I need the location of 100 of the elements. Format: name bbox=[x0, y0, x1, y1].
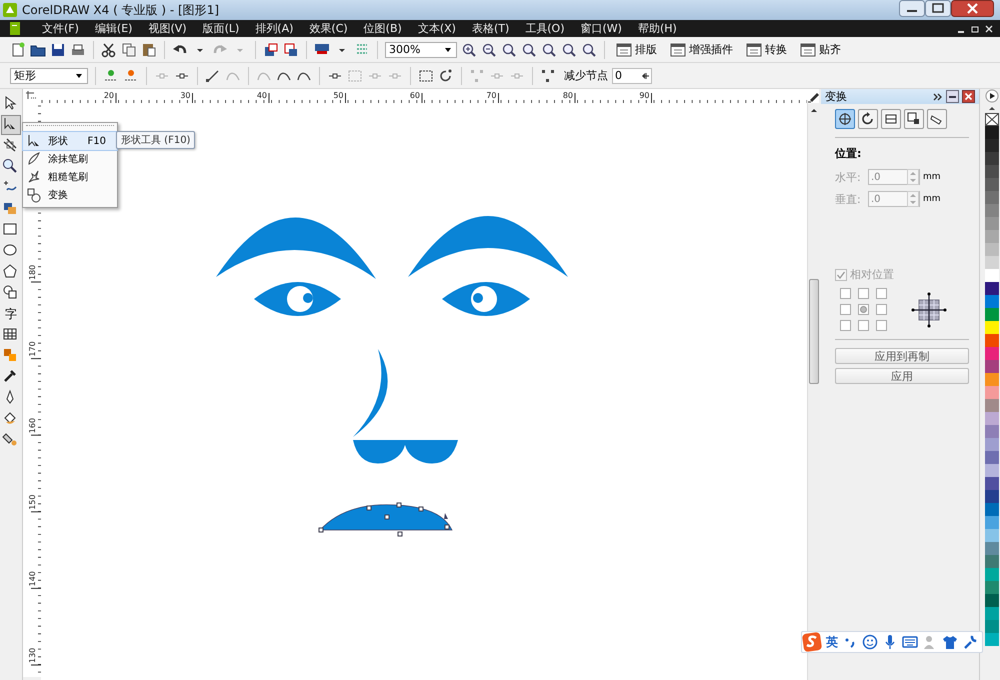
scissors-icon[interactable] bbox=[101, 42, 117, 58]
copy-icon[interactable] bbox=[121, 42, 137, 58]
text-tool[interactable]: 字 bbox=[2, 305, 20, 323]
input-method-logo-icon[interactable] bbox=[802, 632, 822, 652]
delete-node-icon[interactable] bbox=[123, 68, 139, 84]
no-color-swatch[interactable] bbox=[984, 113, 998, 126]
reduce-nodes-field[interactable]: 0 bbox=[612, 68, 652, 84]
scale-tab[interactable] bbox=[881, 109, 901, 129]
plugin-button[interactable]: 排版 bbox=[614, 40, 662, 60]
menu-item[interactable]: 文本(X) bbox=[410, 21, 464, 36]
anchor-checkbox[interactable] bbox=[840, 320, 851, 331]
color-swatch[interactable] bbox=[984, 386, 998, 399]
color-swatch[interactable] bbox=[984, 347, 998, 360]
close-icon[interactable] bbox=[984, 22, 994, 34]
magnifier-icon[interactable] bbox=[501, 42, 517, 58]
minimize-button[interactable] bbox=[899, 0, 925, 17]
add-node-icon[interactable] bbox=[103, 68, 119, 84]
menu-item[interactable]: 效果(C) bbox=[301, 21, 356, 36]
anchor-checkbox[interactable] bbox=[876, 288, 887, 299]
zoom-in-icon[interactable] bbox=[461, 42, 477, 58]
color-swatch[interactable] bbox=[984, 373, 998, 386]
vertical-scrollbar[interactable] bbox=[807, 103, 820, 680]
color-swatch[interactable] bbox=[984, 555, 998, 568]
menu-item[interactable]: 表格(T) bbox=[464, 21, 518, 36]
magnifier-icon[interactable] bbox=[521, 42, 537, 58]
color-swatch[interactable] bbox=[984, 425, 998, 438]
size-tab[interactable] bbox=[904, 109, 924, 129]
color-swatch[interactable] bbox=[984, 399, 998, 412]
keyboard-icon[interactable] bbox=[902, 634, 918, 650]
rectangle-icon[interactable] bbox=[418, 68, 434, 84]
color-swatch[interactable] bbox=[984, 308, 998, 321]
palette-menu-icon[interactable] bbox=[984, 89, 998, 103]
color-swatch[interactable] bbox=[984, 217, 998, 230]
color-swatch[interactable] bbox=[984, 178, 998, 191]
menu-item[interactable]: 帮助(H) bbox=[630, 21, 685, 36]
printer-icon[interactable] bbox=[70, 42, 86, 58]
anchor-checkbox[interactable] bbox=[858, 288, 869, 299]
rotate-icon[interactable] bbox=[438, 68, 454, 84]
color-swatch[interactable] bbox=[984, 412, 998, 425]
color-swatch[interactable] bbox=[984, 542, 998, 555]
maximize-button[interactable] bbox=[925, 0, 951, 17]
color-swatch[interactable] bbox=[984, 438, 998, 451]
anchor-checkbox[interactable] bbox=[876, 320, 887, 331]
color-swatch[interactable] bbox=[984, 139, 998, 152]
double-chevron-icon[interactable] bbox=[932, 90, 943, 102]
minimize-button[interactable] bbox=[946, 90, 959, 103]
color-swatch[interactable] bbox=[984, 321, 998, 334]
color-swatch[interactable] bbox=[984, 256, 998, 269]
anchor-checkbox[interactable] bbox=[840, 288, 851, 299]
magnifier-icon[interactable] bbox=[541, 42, 557, 58]
anchor-checkbox[interactable] bbox=[840, 304, 851, 315]
color-swatch[interactable] bbox=[984, 165, 998, 178]
color-swatch[interactable] bbox=[984, 594, 998, 607]
skew-tab[interactable] bbox=[927, 109, 947, 129]
shape-tool-icon[interactable] bbox=[2, 116, 20, 134]
object-type-dropdown[interactable]: 矩形 bbox=[10, 68, 88, 84]
save-icon[interactable] bbox=[50, 42, 66, 58]
color-swatch[interactable] bbox=[984, 529, 998, 542]
color-swatch[interactable] bbox=[984, 230, 998, 243]
apply-button[interactable]: 应用到再制 bbox=[835, 348, 969, 364]
plugin-button[interactable]: 贴齐 bbox=[798, 40, 846, 60]
shirt-icon[interactable] bbox=[942, 634, 958, 650]
color-swatch[interactable] bbox=[984, 568, 998, 581]
zoom-out-icon[interactable] bbox=[481, 42, 497, 58]
color-swatch[interactable] bbox=[984, 464, 998, 477]
color-swatch[interactable] bbox=[984, 607, 998, 620]
menu-item[interactable]: 文件(F) bbox=[34, 21, 87, 36]
line-icon[interactable] bbox=[205, 68, 221, 84]
magnifier-icon[interactable] bbox=[581, 42, 597, 58]
anchor-checkbox[interactable] bbox=[858, 320, 869, 331]
color-swatch[interactable] bbox=[984, 516, 998, 529]
menu-item[interactable]: 形状 F10 bbox=[23, 132, 117, 150]
menu-item[interactable]: 编辑(E) bbox=[86, 21, 140, 36]
color-swatch[interactable] bbox=[984, 269, 998, 282]
position-tab[interactable] bbox=[835, 109, 855, 129]
color-swatch[interactable] bbox=[984, 477, 998, 490]
color-swatch[interactable] bbox=[984, 295, 998, 308]
menu-item[interactable]: 视图(V) bbox=[140, 21, 195, 36]
color-swatch[interactable] bbox=[984, 360, 998, 373]
wrench-icon[interactable] bbox=[962, 634, 978, 650]
color-swatch[interactable] bbox=[984, 334, 998, 347]
magnifier-icon[interactable] bbox=[561, 42, 577, 58]
menu-item[interactable]: 窗口(W) bbox=[572, 21, 630, 36]
menu-item[interactable]: 位图(B) bbox=[356, 21, 410, 36]
close-button[interactable] bbox=[951, 0, 994, 17]
plugin-button[interactable]: 增强插件 bbox=[668, 40, 738, 60]
menu-item[interactable]: 工具(O) bbox=[517, 21, 572, 36]
anchor-checkbox[interactable] bbox=[858, 304, 869, 315]
menu-item[interactable]: 排列(A) bbox=[247, 21, 302, 36]
menu-item[interactable]: 变换 bbox=[23, 186, 117, 204]
apply-button[interactable]: 应用 bbox=[835, 368, 969, 384]
smiley-icon[interactable] bbox=[862, 634, 878, 650]
paste-icon[interactable] bbox=[141, 42, 157, 58]
color-swatch[interactable] bbox=[984, 282, 998, 295]
color-swatch[interactable] bbox=[984, 620, 998, 633]
nodes-icon[interactable] bbox=[540, 68, 556, 84]
color-swatch[interactable] bbox=[984, 126, 998, 139]
menu-item[interactable]: 粗糙笔刷 bbox=[23, 168, 117, 186]
color-swatch[interactable] bbox=[984, 490, 998, 503]
close-button[interactable] bbox=[962, 90, 975, 103]
